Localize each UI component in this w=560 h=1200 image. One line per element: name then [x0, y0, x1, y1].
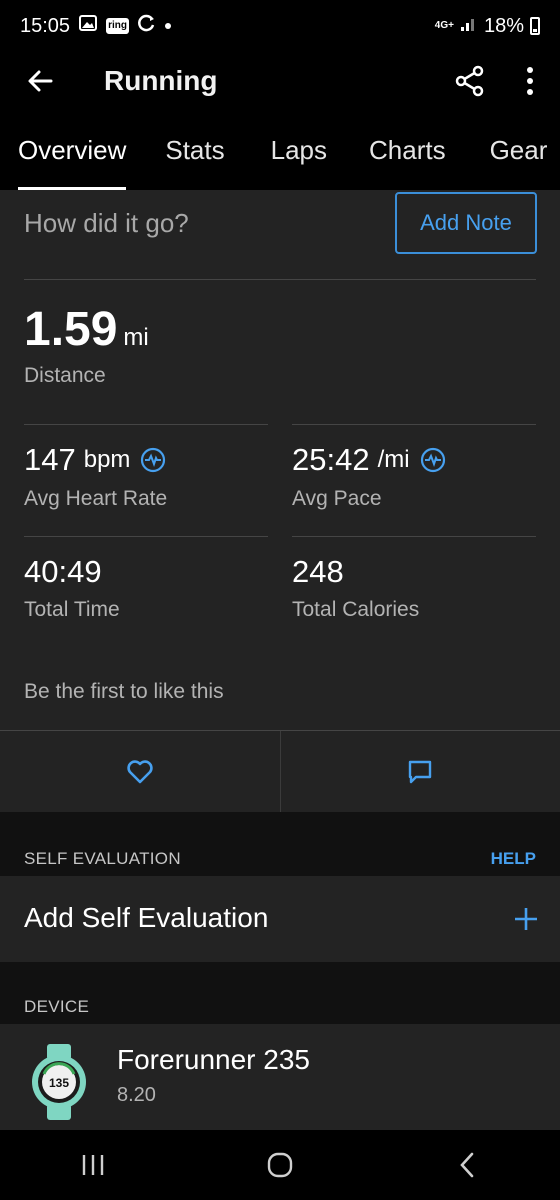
total-time-value: 40:49 [24, 554, 102, 590]
total-time-label: Total Time [24, 598, 120, 621]
back-button[interactable] [0, 52, 80, 110]
network-type: 4G+ [434, 20, 454, 31]
device-name: Forerunner 235 [117, 1044, 311, 1075]
more-vertical-icon [527, 67, 533, 95]
stat-number: 40:49 [24, 554, 102, 589]
more-options-button[interactable] [500, 52, 560, 110]
device-header: DEVICE [0, 962, 560, 1024]
heart-icon [127, 760, 153, 784]
tab-stats[interactable]: Stats [165, 110, 224, 190]
distance-number: 1.59 [24, 303, 118, 356]
avg-pace-label: Avg Pace [292, 487, 382, 510]
tab-overview[interactable]: Overview [18, 110, 127, 190]
app-bar: Running [0, 52, 560, 110]
back-chevron-icon [459, 1152, 473, 1178]
status-time: 15:05 [20, 14, 71, 37]
divider [24, 536, 268, 537]
note-prompt: How did it go? [24, 208, 189, 238]
total-calories-value: 248 [292, 554, 344, 590]
status-bar: 15:05 ring 4G+ 18% [0, 0, 560, 52]
stat-number: 25:42 [292, 442, 370, 477]
tab-charts[interactable]: Charts [369, 110, 446, 190]
tab-gear[interactable]: Gear [490, 110, 548, 190]
watch-icon: 135 [30, 1044, 88, 1120]
home-button[interactable] [240, 1130, 320, 1200]
self-evaluation-header: SELF EVALUATION HELP [0, 812, 560, 872]
stat-unit: /mi [377, 446, 410, 473]
likes-text: Be the first to like this [24, 680, 224, 703]
recents-icon [83, 1155, 104, 1175]
sync-icon [137, 13, 157, 39]
device-version: 8.20 [117, 1084, 156, 1106]
plus-icon [515, 908, 537, 930]
stat-number: 147 [24, 442, 76, 477]
gallery-icon [78, 13, 98, 39]
page-title: Running [104, 65, 218, 96]
divider [24, 279, 536, 280]
tab-bar: Overview Stats Laps Charts Gear [0, 110, 560, 190]
avg-heart-rate-value: 147 bpm [24, 442, 166, 478]
add-self-evaluation-label: Add Self Evaluation [24, 902, 269, 933]
system-nav-bar [0, 1130, 560, 1200]
notification-dot-icon [164, 23, 171, 29]
pace-zone-icon[interactable] [420, 447, 446, 473]
like-button[interactable] [0, 731, 280, 813]
battery-percent: 18% [483, 14, 524, 37]
stat-unit: bpm [83, 446, 131, 473]
home-icon [267, 1152, 293, 1178]
system-back-button[interactable] [427, 1130, 507, 1200]
battery-icon [530, 17, 540, 35]
divider [292, 424, 536, 425]
comment-icon [409, 760, 432, 784]
help-link[interactable]: HELP [491, 849, 536, 869]
tab-laps[interactable]: Laps [271, 110, 327, 190]
stat-number: 248 [292, 554, 344, 589]
distance-label: Distance [24, 364, 106, 387]
social-actions [0, 731, 560, 813]
share-icon [455, 65, 484, 97]
total-calories-label: Total Calories [292, 598, 420, 621]
avg-pace-value: 25:42 /mi [292, 442, 446, 478]
signal-icon [460, 14, 478, 38]
distance-value: 1.59 mi [24, 302, 149, 357]
avg-heart-rate-label: Avg Heart Rate [24, 487, 168, 510]
add-note-button[interactable]: Add Note [395, 192, 537, 254]
heart-rate-zone-icon[interactable] [140, 447, 166, 473]
device-row[interactable]: 135 Forerunner 235 8.20 [0, 1024, 560, 1130]
share-button[interactable] [440, 52, 500, 110]
distance-unit: mi [123, 324, 149, 351]
summary-card: How did it go? Add Note 1.59 mi Distance … [0, 190, 560, 813]
add-self-evaluation-row[interactable]: Add Self Evaluation [0, 876, 560, 962]
section-title: DEVICE [24, 997, 90, 1016]
divider [292, 536, 536, 537]
recents-button[interactable] [53, 1130, 133, 1200]
section-title: SELF EVALUATION [24, 849, 181, 868]
activity-content: How did it go? Add Note 1.59 mi Distance … [0, 190, 560, 1130]
watch-face-value: 135 [49, 1076, 69, 1090]
comment-button[interactable] [281, 731, 560, 813]
arrow-left-icon [28, 70, 53, 92]
divider [24, 424, 268, 425]
add-self-evaluation-button[interactable] [510, 903, 542, 935]
ring-icon: ring [106, 18, 129, 34]
